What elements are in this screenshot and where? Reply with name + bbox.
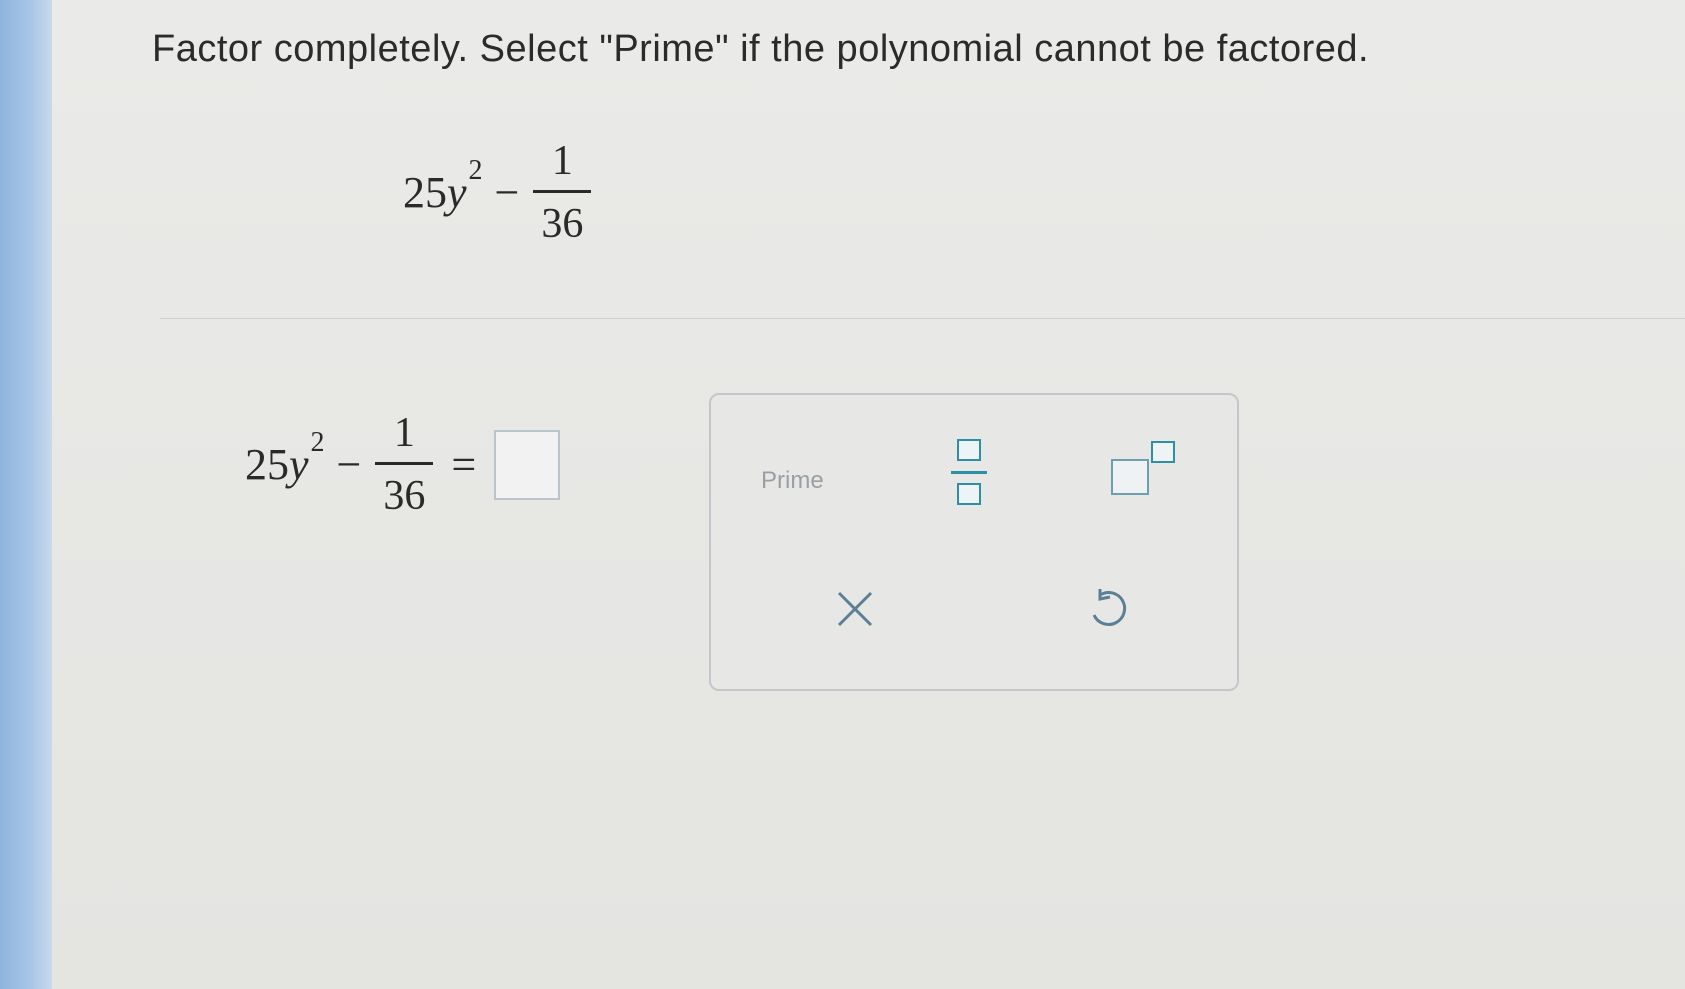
fraction-bar-icon xyxy=(951,471,987,474)
problem-fraction: 1 36 xyxy=(533,138,592,247)
answer-exponent: 2 xyxy=(310,426,325,458)
problem-exponent: 2 xyxy=(468,154,483,186)
math-input-palette: Prime xyxy=(709,393,1239,691)
problem-expression: 25 y 2 − 1 36 xyxy=(403,138,592,247)
section-divider xyxy=(160,318,1685,319)
fraction-denominator-slot-icon xyxy=(957,483,981,505)
left-edge-strip xyxy=(0,0,52,989)
problem-variable: y xyxy=(447,168,467,217)
question-instruction: Factor completely. Select "Prime" if the… xyxy=(152,28,1370,70)
answer-fraction: 1 36 xyxy=(375,410,434,519)
undo-button[interactable] xyxy=(1084,585,1132,633)
clear-button[interactable] xyxy=(831,585,879,633)
answer-minus: − xyxy=(336,440,362,489)
answer-input-box[interactable] xyxy=(494,429,561,500)
answer-expression: 25 y 2 − 1 36 = xyxy=(245,410,561,519)
answer-coefficient: 25 xyxy=(245,440,289,489)
problem-coefficient: 25 xyxy=(403,168,447,217)
close-x-icon xyxy=(837,591,873,627)
answer-equals: = xyxy=(451,440,477,489)
answer-fraction-denominator: 36 xyxy=(383,473,426,519)
answer-fraction-numerator: 1 xyxy=(393,410,415,456)
prime-button[interactable]: Prime xyxy=(761,467,824,495)
exponent-base-slot-icon xyxy=(1111,459,1149,495)
fraction-numerator-slot-icon xyxy=(957,439,981,461)
fraction-button[interactable] xyxy=(951,435,987,517)
exponent-button[interactable] xyxy=(1111,441,1175,501)
problem-fraction-denominator: 36 xyxy=(541,201,584,247)
undo-icon xyxy=(1092,589,1127,626)
problem-fraction-numerator: 1 xyxy=(551,138,573,184)
answer-variable: y xyxy=(289,440,309,489)
exponent-power-slot-icon xyxy=(1151,441,1175,463)
problem-minus: − xyxy=(494,168,520,217)
